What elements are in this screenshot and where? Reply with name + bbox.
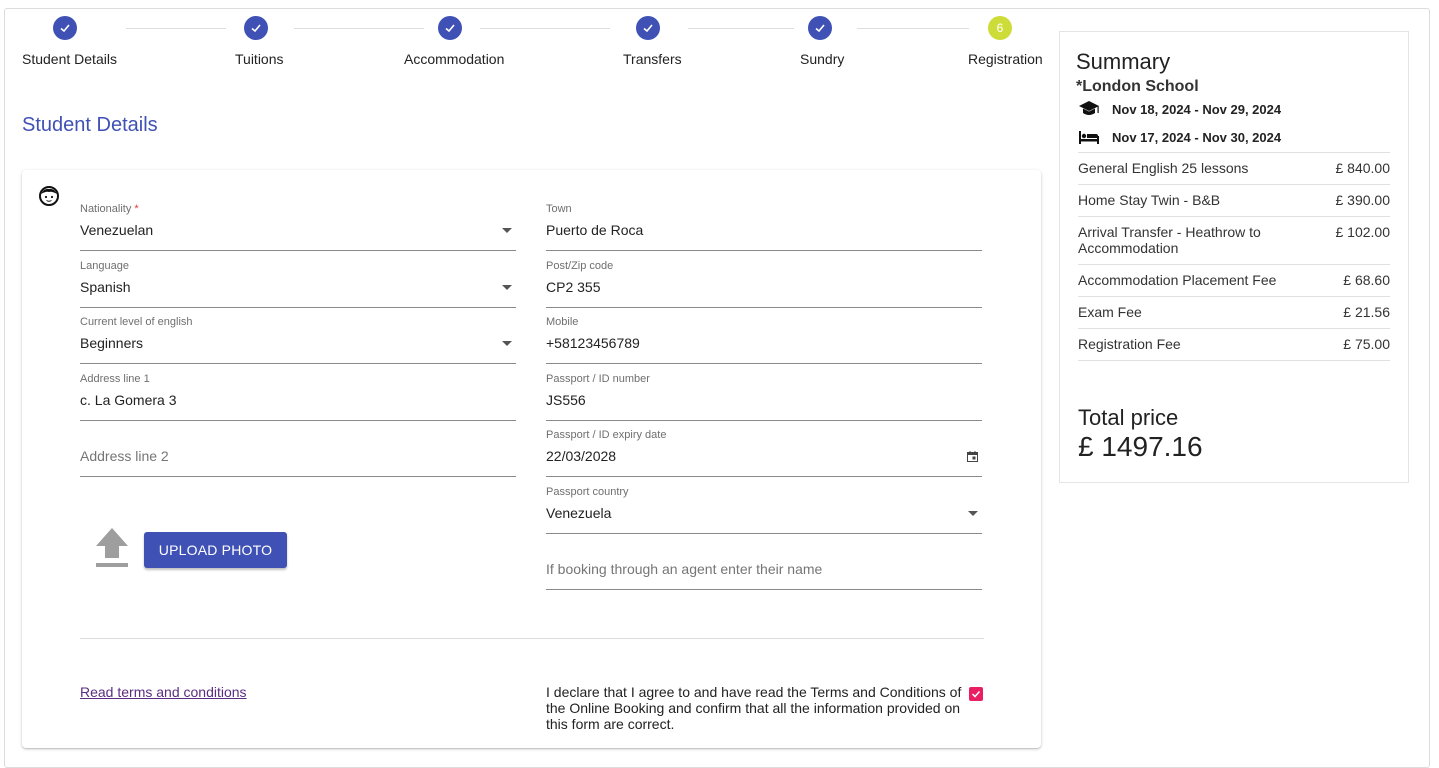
divider [80, 638, 984, 639]
town-label: Town [546, 203, 572, 215]
summary-item: Accommodation Placement Fee £ 68.60 [1078, 264, 1390, 296]
postcode-value[interactable]: CP2 355 [546, 279, 600, 295]
english-level-value: Beginners [80, 335, 144, 351]
agent-name-placeholder[interactable]: If booking through an agent enter their … [546, 561, 822, 577]
passport-number-field[interactable]: Passport / ID number JS556 [546, 373, 982, 421]
town-value[interactable]: Puerto de Roca [546, 222, 643, 238]
graduation-cap-icon [1079, 101, 1099, 115]
item-price: £ 75.00 [1343, 336, 1390, 352]
item-desc: Accommodation Placement Fee [1078, 272, 1277, 288]
terms-declaration-text: I declare that I agree to and have read … [546, 684, 962, 732]
item-desc: Home Stay Twin - B&B [1078, 192, 1221, 208]
step-label-transfers[interactable]: Transfers [623, 51, 682, 67]
accommodation-dates-text: Nov 17, 2024 - Nov 30, 2024 [1112, 129, 1282, 145]
course-dates-text: Nov 18, 2024 - Nov 29, 2024 [1112, 101, 1282, 117]
address-line-1-label: Address line 1 [80, 373, 150, 385]
passport-country-value: Venezuela [546, 505, 612, 521]
step-connector [294, 28, 424, 29]
calendar-icon[interactable] [967, 451, 978, 462]
summary-item: Home Stay Twin - B&B £ 390.00 [1078, 184, 1390, 216]
passport-expiry-date-field[interactable]: Passport / ID expiry date 22/03/2028 [546, 429, 982, 477]
mobile-label: Mobile [546, 316, 579, 328]
language-select[interactable]: Language Spanish [80, 260, 516, 308]
item-desc: Registration Fee [1078, 336, 1181, 352]
step-label-tuitions[interactable]: Tuitions [235, 51, 284, 67]
summary-title: Summary [1076, 49, 1171, 74]
english-level-label: Current level of english [80, 316, 193, 328]
chevron-down-icon[interactable] [502, 228, 512, 233]
address-line-1-field[interactable]: Address line 1 c. La Gomera 3 [80, 373, 516, 421]
passport-number-label: Passport / ID number [546, 373, 650, 385]
town-field[interactable]: Town Puerto de Roca [546, 203, 982, 251]
step-tuitions-check-icon[interactable] [244, 16, 268, 40]
agent-name-field[interactable]: If booking through an agent enter their … [546, 542, 982, 590]
upload-icon[interactable] [94, 526, 130, 568]
summary-panel: Summary *London School Nov 18, 2024 - No… [1059, 31, 1409, 483]
terms-and-conditions-link[interactable]: Read terms and conditions [80, 684, 247, 700]
summary-item: General English 25 lessons £ 840.00 [1078, 152, 1390, 184]
summary-item: Exam Fee £ 21.56 [1078, 296, 1390, 328]
face-icon [39, 186, 59, 206]
step-label-sundry[interactable]: Sundry [800, 51, 844, 67]
step-registration-number[interactable]: 6 [988, 16, 1012, 40]
item-price: £ 68.60 [1343, 272, 1390, 288]
step-sundry-check-icon[interactable] [808, 16, 832, 40]
course-dates: Nov 18, 2024 - Nov 29, 2024 [1078, 100, 1281, 118]
address-line-2-field[interactable]: Address line 2 [80, 429, 516, 477]
postcode-label: Post/Zip code [546, 260, 614, 272]
language-value: Spanish [80, 279, 131, 295]
step-connector [688, 28, 794, 29]
english-level-select[interactable]: Current level of english Beginners [80, 316, 516, 364]
total-price-label: Total price [1078, 405, 1179, 430]
student-details-card: Nationality * Venezuelan Language Spanis… [22, 170, 1041, 748]
passport-number-value[interactable]: JS556 [546, 392, 586, 408]
step-label-student-details[interactable]: Student Details [22, 51, 117, 67]
item-price: £ 840.00 [1335, 160, 1391, 176]
nationality-label: Nationality * [80, 203, 139, 215]
language-label: Language [80, 260, 129, 272]
postcode-field[interactable]: Post/Zip code CP2 355 [546, 260, 982, 308]
address-line-1-value[interactable]: c. La Gomera 3 [80, 392, 177, 408]
item-desc: Exam Fee [1078, 304, 1142, 320]
summary-item: Arrival Transfer - Heathrow to Accommoda… [1078, 216, 1390, 264]
school-name: *London School [1076, 78, 1199, 95]
step-transfers-check-icon[interactable] [636, 16, 660, 40]
step-student-details-check-icon[interactable] [53, 16, 77, 40]
mobile-field[interactable]: Mobile +58123456789 [546, 316, 982, 364]
chevron-down-icon[interactable] [502, 341, 512, 346]
passport-country-select[interactable]: Passport country Venezuela [546, 486, 982, 534]
passport-expiry-label: Passport / ID expiry date [546, 429, 667, 441]
summary-items: General English 25 lessons £ 840.00 Home… [1078, 152, 1390, 361]
step-accommodation-check-icon[interactable] [438, 16, 462, 40]
summary-item: Registration Fee £ 75.00 [1078, 328, 1390, 361]
page-title: Student Details [22, 114, 158, 136]
item-desc: General English 25 lessons [1078, 160, 1249, 176]
upload-photo-button[interactable]: UPLOAD PHOTO [144, 532, 287, 568]
step-connector [480, 28, 610, 29]
step-connector [857, 28, 969, 29]
mobile-value[interactable]: +58123456789 [546, 335, 640, 351]
nationality-value: Venezuelan [80, 222, 154, 238]
item-price: £ 102.00 [1335, 224, 1391, 240]
item-price: £ 21.56 [1343, 304, 1390, 320]
terms-agree-checkbox[interactable] [969, 687, 983, 701]
bed-icon [1079, 131, 1099, 144]
item-price: £ 390.00 [1335, 192, 1391, 208]
passport-country-label: Passport country [546, 486, 629, 498]
step-label-registration[interactable]: Registration [968, 51, 1043, 67]
chevron-down-icon[interactable] [502, 285, 512, 290]
nationality-select[interactable]: Nationality * Venezuelan [80, 203, 516, 251]
check-icon [971, 690, 981, 698]
accommodation-dates: Nov 17, 2024 - Nov 30, 2024 [1078, 128, 1281, 146]
progress-stepper: Student Details Tuitions Accommodation T… [0, 0, 1060, 80]
address-line-2-placeholder[interactable]: Address line 2 [80, 448, 169, 464]
step-label-accommodation[interactable]: Accommodation [404, 51, 504, 67]
item-desc: Arrival Transfer - Heathrow to Accommoda… [1078, 224, 1261, 256]
total-price-value: £ 1497.16 [1078, 431, 1203, 462]
step-connector [126, 28, 226, 29]
chevron-down-icon[interactable] [968, 511, 978, 516]
passport-expiry-value[interactable]: 22/03/2028 [546, 448, 616, 464]
